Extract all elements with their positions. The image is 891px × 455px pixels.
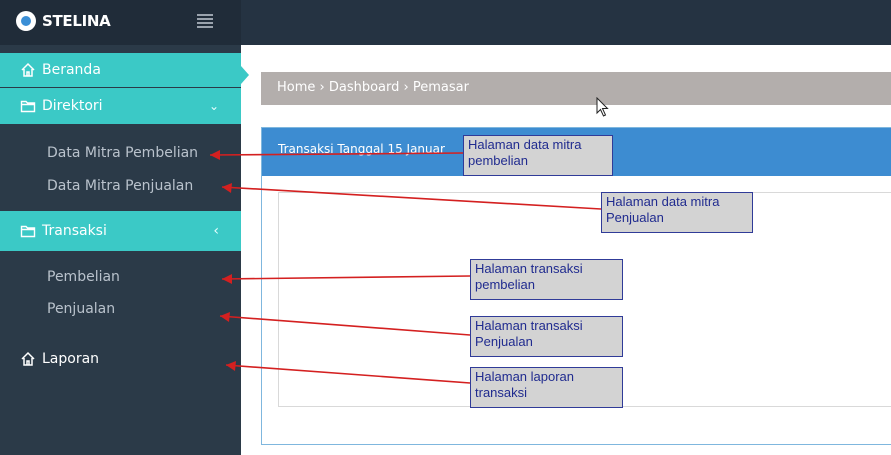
annotation-arrows <box>209 148 602 384</box>
annotation-arrow <box>225 364 471 384</box>
annotation-callout: Halaman laporan transaksi <box>470 367 623 408</box>
annotation-callout: Halaman data mitra pembelian <box>463 135 613 176</box>
arrow-head <box>222 274 232 284</box>
annotation-arrow <box>219 315 471 336</box>
annotation-arrow <box>221 275 471 280</box>
annotation-callout: Halaman data mitra Penjualan <box>601 192 753 233</box>
annotation-arrow <box>209 148 471 157</box>
annotation-callout: Halaman transaksi Penjualan <box>470 316 623 357</box>
arrow-head <box>210 150 220 160</box>
annotation-callout: Halaman transaksi pembelian <box>470 259 623 300</box>
arrow-head <box>226 361 236 371</box>
annotation-arrow <box>221 186 602 210</box>
arrow-head <box>222 183 232 193</box>
arrow-head <box>220 312 230 322</box>
